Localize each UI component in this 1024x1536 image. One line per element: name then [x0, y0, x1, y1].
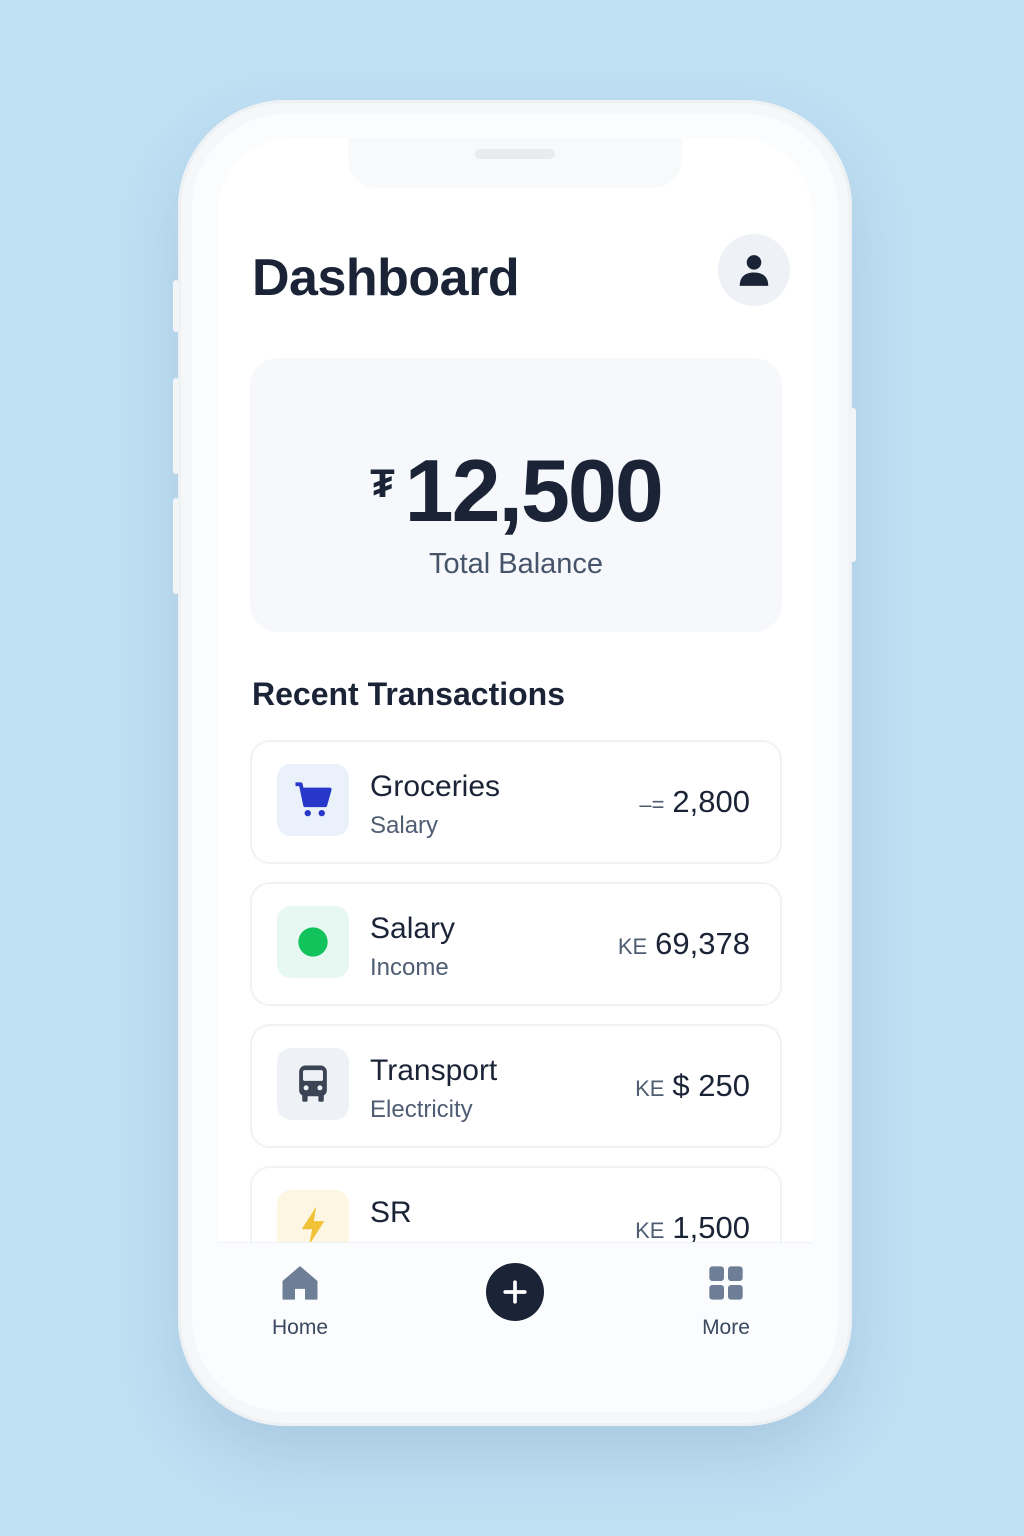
transaction-row[interactable]: Groceries Salary –= 2,800 — [250, 740, 782, 864]
transaction-row[interactable]: Transport Electricity KE $ 250 — [250, 1024, 782, 1148]
balance-label: Total Balance — [428, 548, 604, 580]
transaction-currency-prefix: KE — [635, 1076, 665, 1101]
side-button-volume-down — [173, 498, 179, 594]
side-button-mute — [173, 280, 179, 332]
transaction-currency-prefix: KE — [635, 1218, 665, 1243]
tab-more[interactable]: More — [676, 1263, 776, 1340]
transaction-category: Electricity — [370, 1096, 473, 1123]
transaction-name: Salary — [370, 912, 456, 945]
dot-icon — [298, 927, 328, 957]
transaction-name: Transport — [370, 1054, 498, 1087]
transaction-currency-prefix: KE — [617, 934, 648, 959]
side-button-volume-up — [173, 378, 179, 474]
transaction-amount: KE 1,500 — [635, 1210, 750, 1246]
currency-symbol: ₮ — [370, 461, 395, 506]
transaction-list: Groceries Salary –= 2,800 Salary Income … — [250, 740, 782, 1308]
notch — [348, 138, 682, 188]
transaction-icon-box — [277, 906, 349, 978]
tab-home[interactable]: Home — [250, 1263, 350, 1340]
bus-icon — [299, 1065, 327, 1102]
bottom-tab-bar: Home More — [218, 1242, 812, 1388]
speaker-grille — [475, 149, 555, 159]
add-transaction-button[interactable] — [486, 1263, 544, 1321]
grid-icon — [709, 1266, 743, 1300]
transaction-amount-value: $ 250 — [672, 1068, 750, 1103]
balance-card: ₮ 12,500 Total Balance — [250, 358, 782, 632]
app-screen: Dashboard ₮ 12,500 Total Balance Recent … — [218, 138, 812, 1388]
transaction-amount-value: 2,800 — [672, 784, 750, 819]
page-title: Dashboard — [252, 249, 520, 307]
transaction-row[interactable]: Salary Income KE 69,378 — [250, 882, 782, 1006]
transaction-amount: KE $ 250 — [635, 1068, 750, 1104]
balance-amount: 12,500 — [404, 441, 664, 540]
side-button-power — [850, 408, 856, 562]
transaction-amount: –= 2,800 — [639, 784, 750, 820]
transaction-category: Salary — [370, 812, 439, 839]
tab-home-label: Home — [271, 1316, 329, 1339]
transaction-category: Income — [370, 954, 449, 981]
cart-icon — [295, 782, 332, 817]
transaction-amount: KE 69,378 — [618, 926, 750, 962]
transaction-name: Groceries — [370, 770, 501, 803]
tab-more-label: More — [702, 1316, 750, 1339]
transaction-icon-box — [277, 1048, 349, 1120]
transaction-amount-value: 69,378 — [655, 926, 750, 961]
transaction-amount-value: 1,500 — [672, 1210, 750, 1245]
plus-icon — [503, 1280, 527, 1304]
bolt-icon — [301, 1206, 325, 1246]
transaction-currency-prefix: –= — [639, 792, 665, 817]
transaction-icon-box — [277, 764, 349, 836]
profile-button[interactable] — [718, 234, 790, 306]
home-icon — [282, 1266, 318, 1300]
transaction-name: SR — [370, 1196, 412, 1229]
user-icon — [739, 255, 769, 286]
section-title: Recent Transactions — [252, 676, 565, 712]
